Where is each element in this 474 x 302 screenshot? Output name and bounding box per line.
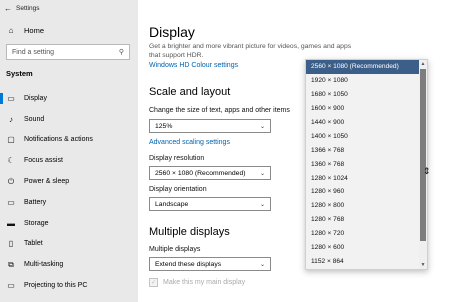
resolution-option[interactable]: 1280 × 600 bbox=[306, 241, 421, 255]
resolution-option[interactable]: 1366 × 768 bbox=[306, 143, 421, 157]
resolution-options-list: 2560 × 1080 (Recommended) 1920 × 1080 1680… bbox=[305, 59, 428, 270]
sidebar-item-focus-assist[interactable]: ☾ Focus assist bbox=[0, 150, 138, 171]
sidebar-item-projecting-to-this-pc[interactable]: ▭ Projecting to this PC bbox=[0, 275, 138, 296]
sidebar-item-home[interactable]: ⌂ Home bbox=[6, 26, 44, 35]
main-display-checkbox-row: ✓ Make this my main display bbox=[149, 278, 245, 287]
scroll-up-icon[interactable]: ▲ bbox=[419, 60, 427, 68]
multiple-displays-heading: Multiple displays bbox=[149, 226, 230, 238]
chevron-down-icon: ⌄ bbox=[259, 201, 265, 208]
battery-icon: ▭ bbox=[7, 197, 15, 207]
chevron-down-icon: ⌄ bbox=[259, 170, 265, 177]
chevron-down-icon: ⌄ bbox=[259, 123, 265, 130]
sidebar-item-tablet[interactable]: ▯ Tablet bbox=[0, 234, 138, 255]
resolution-option[interactable]: 1920 × 1080 bbox=[306, 74, 421, 88]
sidebar-item-label: Display bbox=[24, 94, 47, 102]
sidebar-item-notifications-actions[interactable]: ▢ Notifications & actions bbox=[0, 130, 138, 151]
section-label: System bbox=[6, 69, 33, 78]
scale-heading: Scale and layout bbox=[149, 86, 231, 98]
main-display-checkbox: ✓ bbox=[149, 278, 158, 287]
back-arrow-icon[interactable]: ← bbox=[0, 4, 16, 13]
advanced-scaling-link[interactable]: Advanced scaling settings bbox=[149, 139, 230, 146]
sidebar-item-battery[interactable]: ▭ Battery bbox=[0, 192, 138, 213]
resolution-option[interactable]: 1280 × 800 bbox=[306, 199, 421, 213]
sidebar-item-label: Multi-tasking bbox=[24, 261, 64, 269]
orientation-value: Landscape bbox=[155, 200, 189, 208]
hdr-colour-link[interactable]: Windows HD Colour settings bbox=[149, 62, 238, 69]
sidebar-item-label: Battery bbox=[24, 198, 47, 206]
resolution-option[interactable]: 1440 × 900 bbox=[306, 116, 421, 130]
sidebar-item-label: Tablet bbox=[24, 240, 43, 248]
search-icon: ⚲ bbox=[118, 49, 124, 56]
sidebar-item-multi-tasking[interactable]: ⧉ Multi-tasking bbox=[0, 254, 138, 275]
tablet-icon: ▯ bbox=[8, 239, 14, 249]
title-bar: ← Settings bbox=[0, 0, 138, 16]
sidebar-item-display[interactable]: ▭ Display bbox=[0, 88, 138, 109]
sidebar-item-label: Projecting to this PC bbox=[24, 282, 88, 290]
sidebar-item-label: Power & sleep bbox=[24, 178, 70, 186]
storage-icon: ▬ bbox=[7, 218, 15, 228]
sidebar-item-power-sleep[interactable]: ⏻ Power & sleep bbox=[0, 171, 138, 192]
power-icon: ⏻ bbox=[7, 176, 15, 186]
monitor-icon: ▭ bbox=[7, 93, 15, 103]
resolution-option[interactable]: 1280 × 960 bbox=[306, 185, 421, 199]
home-label: Home bbox=[24, 26, 45, 35]
sidebar-item-storage[interactable]: ▬ Storage bbox=[0, 213, 138, 234]
resolution-option[interactable]: 1400 × 1050 bbox=[306, 129, 421, 143]
scroll-down-icon[interactable]: ▼ bbox=[419, 261, 427, 269]
notifications-icon: ▢ bbox=[7, 135, 15, 145]
scale-dropdown[interactable]: 125% ⌄ bbox=[149, 119, 271, 133]
chevron-down-icon: ⌄ bbox=[259, 261, 265, 268]
sidebar: ← Settings ⌂ Home Find a setting ⚲ Syste… bbox=[0, 0, 138, 302]
resolution-option[interactable]: 2560 × 1080 (Recommended) bbox=[306, 60, 421, 74]
resolution-option[interactable]: 1280 × 768 bbox=[306, 213, 421, 227]
resolution-value: 2560 × 1080 (Recommended) bbox=[155, 169, 246, 177]
sidebar-item-label: Sound bbox=[24, 115, 45, 123]
sidebar-item-label: Focus assist bbox=[24, 157, 63, 165]
home-icon: ⌂ bbox=[8, 26, 14, 35]
resolution-option[interactable]: 1600 × 900 bbox=[306, 102, 421, 116]
resolution-option[interactable]: 1152 × 864 bbox=[306, 254, 421, 268]
resolution-option[interactable]: 1280 × 1024 bbox=[306, 171, 421, 185]
resolution-dropdown[interactable]: 2560 × 1080 (Recommended) ⌄ bbox=[149, 166, 271, 180]
speaker-icon: ♪ bbox=[9, 114, 13, 124]
sidebar-item-label: Notifications & actions bbox=[24, 136, 93, 144]
hdr-description: Get a brighter and more vibrant picture … bbox=[149, 43, 352, 59]
scale-value: 125% bbox=[155, 122, 173, 130]
moon-icon: ☾ bbox=[7, 156, 15, 166]
multiple-displays-label: Multiple displays bbox=[149, 246, 201, 253]
orientation-dropdown[interactable]: Landscape ⌄ bbox=[149, 197, 271, 211]
main-display-label: Make this my main display bbox=[163, 279, 246, 286]
multitasking-icon: ⧉ bbox=[8, 259, 14, 269]
page-title: Display bbox=[149, 24, 195, 40]
window-title: Settings bbox=[16, 4, 40, 12]
scrollbar[interactable]: ▲ ▼ bbox=[419, 60, 427, 269]
resolution-option[interactable]: 1360 × 768 bbox=[306, 157, 421, 171]
multiple-displays-value: Extend these displays bbox=[155, 260, 222, 268]
scale-label: Change the size of text, apps and other … bbox=[149, 107, 290, 114]
search-placeholder: Find a setting bbox=[12, 48, 55, 56]
sidebar-nav: ▭ Display ♪ Sound ▢ Notifications & actions ☾ F… bbox=[0, 88, 138, 296]
scrollbar-thumb[interactable] bbox=[420, 69, 426, 241]
orientation-label: Display orientation bbox=[149, 186, 207, 193]
sidebar-item-label: Storage bbox=[24, 219, 49, 227]
resolution-label: Display resolution bbox=[149, 155, 205, 162]
multiple-displays-dropdown[interactable]: Extend these displays ⌄ bbox=[149, 257, 271, 271]
resolution-option[interactable]: 1680 × 1050 bbox=[306, 88, 421, 102]
sidebar-item-sound[interactable]: ♪ Sound bbox=[0, 109, 138, 130]
search-input[interactable]: Find a setting ⚲ bbox=[6, 44, 130, 60]
resolution-option[interactable]: 1280 × 720 bbox=[306, 227, 421, 241]
mouse-cursor-icon: ⇕ bbox=[423, 166, 431, 176]
projecting-icon: ▭ bbox=[7, 281, 15, 291]
